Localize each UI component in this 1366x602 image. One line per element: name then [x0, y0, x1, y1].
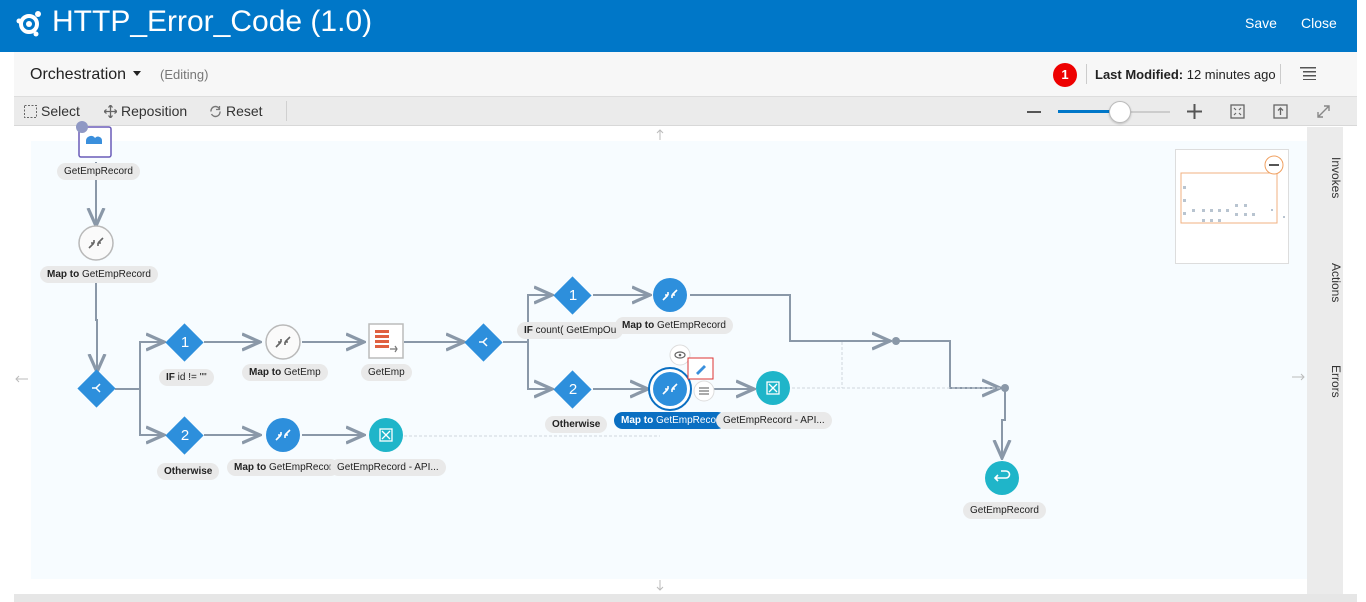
label-bold: IF — [524, 325, 533, 336]
invoke-node[interactable] — [368, 323, 404, 359]
switch-node[interactable] — [77, 369, 116, 408]
node-label[interactable]: Map to GetEmpRecor — [227, 459, 340, 476]
node-label[interactable]: IF count( GetEmpOu — [517, 322, 624, 339]
node-label[interactable]: Map to GetEmpRecord — [40, 266, 158, 283]
more-actions-icon[interactable] — [693, 380, 715, 402]
throw-fault-node[interactable] — [756, 371, 790, 405]
horizontal-scrollbar[interactable] — [14, 594, 1357, 602]
label-rest: GetEmpRecord — [654, 320, 726, 331]
minimap[interactable] — [1175, 149, 1289, 264]
node-label[interactable]: GetEmpRecord — [963, 502, 1046, 519]
tab-errors[interactable]: Errors — [1307, 365, 1343, 398]
connector — [115, 342, 164, 390]
right-margin — [1357, 0, 1366, 602]
merge-point — [892, 337, 900, 345]
node-label[interactable]: GetEmpRecord — [57, 163, 140, 180]
label-rest: GetEmpRecor — [653, 415, 720, 426]
trigger-node[interactable] — [76, 121, 112, 158]
app-window: HTTP_Error_Code (1.0) Save Close Orchest… — [0, 0, 1366, 602]
scroll-down-icon[interactable] — [656, 580, 664, 591]
node-label[interactable]: Otherwise — [157, 463, 220, 480]
minimap-preview — [1180, 155, 1285, 224]
selected-node-label[interactable]: Map to GetEmpRecor — [614, 412, 727, 429]
flow-diagram — [15, 121, 1305, 591]
switch-node[interactable] — [464, 323, 503, 362]
merge-point — [1001, 384, 1009, 392]
map-node[interactable] — [266, 418, 300, 452]
tab-actions[interactable]: Actions — [1307, 263, 1343, 302]
tab-invokes[interactable]: Invokes — [1307, 157, 1343, 198]
label-bold: Map to — [622, 320, 655, 331]
scroll-right-icon[interactable] — [1292, 373, 1305, 381]
label-rest: GetEmpRecor — [266, 462, 333, 473]
edit-icon[interactable] — [687, 357, 714, 380]
selected-map-node[interactable] — [648, 367, 692, 411]
node-label[interactable]: IF id != "" — [159, 369, 214, 386]
return-node[interactable] — [985, 461, 1019, 495]
label-rest: id != "" — [174, 372, 207, 383]
branch-number: 1 — [568, 287, 578, 304]
node-label[interactable]: Map to GetEmpRecord — [615, 317, 733, 334]
connector — [139, 389, 164, 435]
branch-number: 2 — [568, 381, 578, 398]
label-rest: count( GetEmpOu — [532, 325, 617, 336]
connector — [896, 340, 1000, 388]
connector — [1002, 388, 1005, 458]
throw-fault-node[interactable] — [369, 418, 403, 452]
label-rest: GetEmp — [281, 367, 321, 378]
node-label[interactable]: Map to GetEmp — [242, 364, 328, 381]
label-bold: Map to — [47, 269, 80, 280]
node-label[interactable]: GetEmp — [361, 364, 412, 381]
label-bold: Map to — [234, 462, 267, 473]
label-bold: Map to — [621, 415, 654, 426]
node-label[interactable]: Otherwise — [545, 416, 608, 433]
node-label[interactable]: GetEmpRecord - API... — [716, 412, 832, 429]
connector — [527, 342, 552, 389]
branch-number: 1 — [180, 334, 190, 351]
map-node[interactable] — [653, 278, 687, 312]
map-node[interactable] — [78, 225, 114, 261]
palette-panel: Invokes Actions Errors — [1307, 127, 1343, 594]
label-bold: IF — [166, 372, 175, 383]
label-bold: Map to — [249, 367, 282, 378]
scroll-left-icon[interactable] — [15, 375, 28, 383]
view-icon[interactable] — [669, 344, 691, 366]
node-label[interactable]: GetEmpRecord - API... — [330, 459, 446, 476]
map-node[interactable] — [265, 324, 301, 360]
scroll-up-icon[interactable] — [656, 129, 664, 140]
connector — [96, 281, 97, 372]
label-rest: GetEmpRecord — [79, 269, 151, 280]
branch-number: 2 — [180, 427, 190, 444]
